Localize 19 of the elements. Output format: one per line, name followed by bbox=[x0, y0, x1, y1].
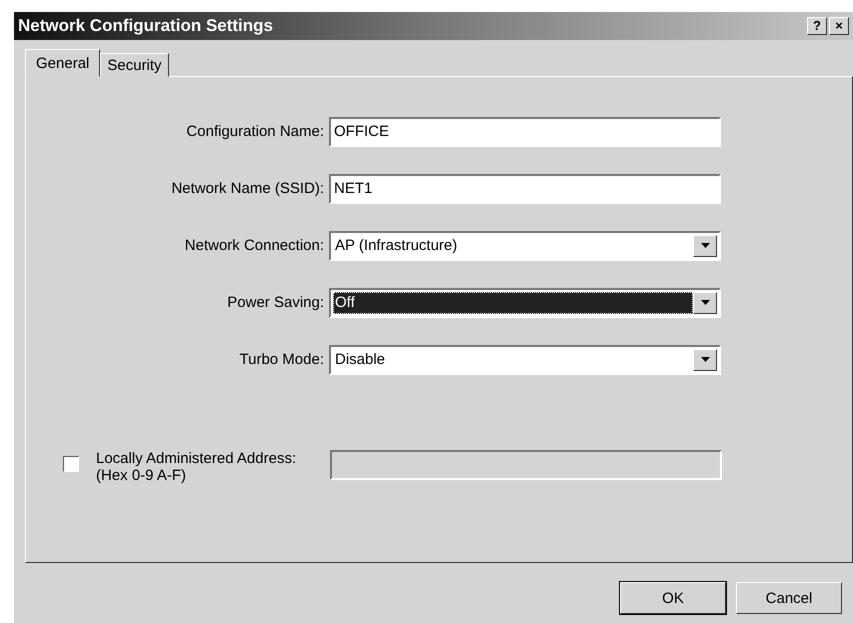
close-button[interactable]: × bbox=[829, 17, 849, 35]
text-field[interactable]: OFFICE bbox=[329, 116, 721, 146]
cancel-button[interactable]: Cancel bbox=[736, 582, 842, 614]
hint-text: (Hex 0-9 A-F) bbox=[96, 467, 186, 484]
checkbox-label: Locally Administered Address: bbox=[96, 450, 296, 467]
field-label: Network Name (SSID): bbox=[170, 180, 325, 197]
field-label: Power Saving: bbox=[226, 294, 325, 311]
help-button[interactable]: ? bbox=[807, 17, 827, 35]
ok-button[interactable]: OK bbox=[620, 582, 726, 614]
window-title: Network Configuration Settings bbox=[18, 16, 273, 36]
dropdown[interactable]: Disable bbox=[329, 344, 721, 374]
field-label: Turbo Mode: bbox=[238, 351, 325, 368]
tab[interactable]: General bbox=[25, 49, 100, 77]
dropdown[interactable]: Off bbox=[329, 288, 721, 318]
tab[interactable]: Security bbox=[100, 53, 169, 77]
field-label: Network Connection: bbox=[184, 237, 325, 254]
dropdown[interactable]: AP (Infrastructure) bbox=[329, 230, 721, 260]
text-field[interactable]: NET1 bbox=[329, 174, 721, 204]
field-label: Configuration Name: bbox=[185, 123, 325, 140]
